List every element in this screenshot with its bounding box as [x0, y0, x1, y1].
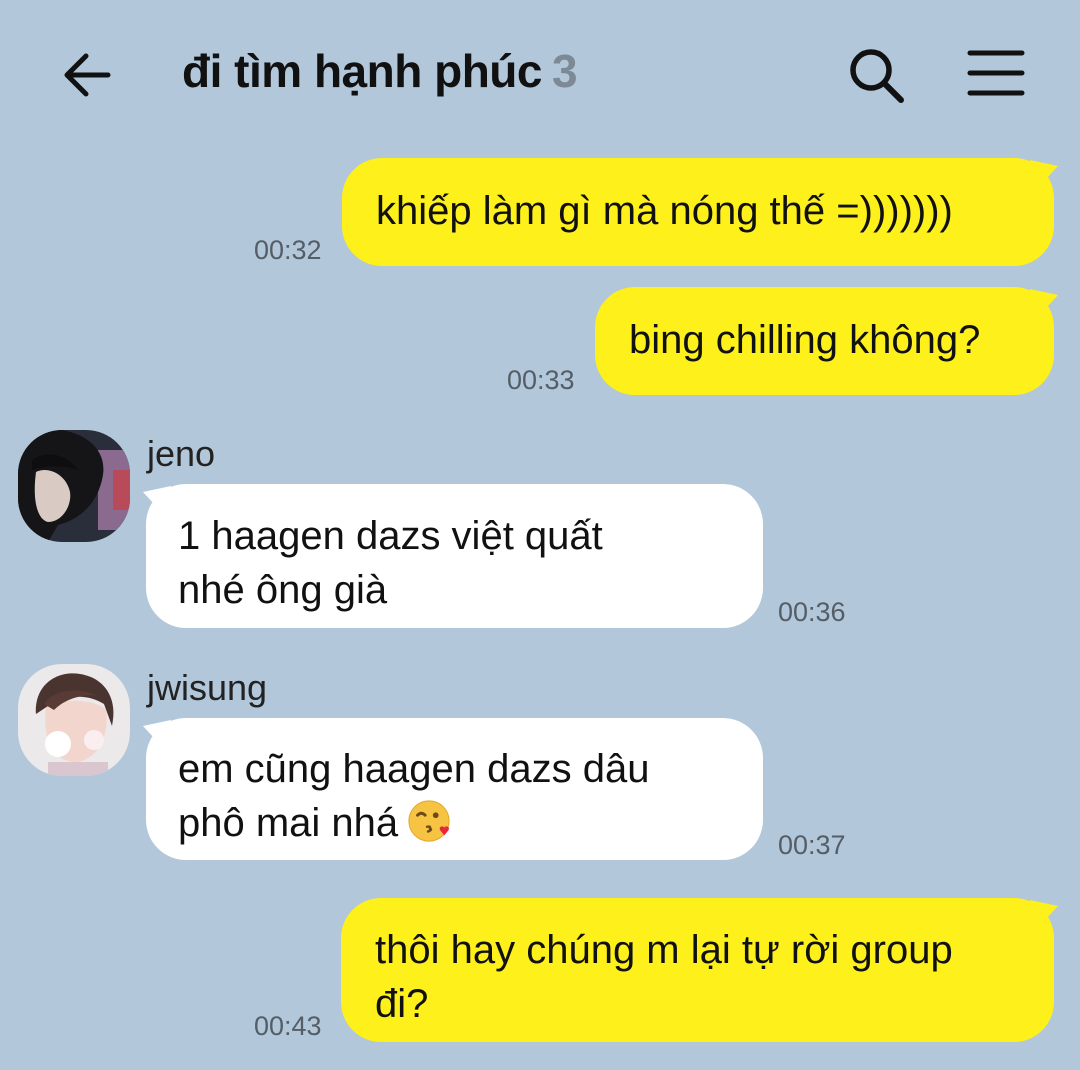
avatar-jeno[interactable]: [18, 430, 130, 542]
incoming-message-bubble[interactable]: 1 haagen dazs việt quất nhé ông già: [146, 484, 763, 628]
avatar-jwisung[interactable]: [18, 664, 130, 776]
menu-button[interactable]: [966, 48, 1026, 100]
kissing-wink-emoji-icon: [408, 800, 450, 842]
incoming-message-bubble[interactable]: em cũng haagen dazs dâu phô mai nhá: [146, 718, 763, 860]
message-time: 00:37: [778, 830, 846, 860]
message-time: 00:32: [254, 235, 322, 265]
message-text: thôi hay chúng m lại tự rời group đi?: [375, 928, 953, 1026]
sender-name: jwisung: [147, 667, 268, 708]
profile-photo: [18, 430, 130, 542]
message-time: 00:33: [507, 365, 575, 395]
message-time: 00:36: [778, 597, 846, 627]
message-text: bing chilling không?: [629, 318, 981, 362]
chat-title: đi tìm hạnh phúc 3: [182, 44, 578, 98]
hamburger-menu-icon: [967, 50, 1025, 96]
search-icon: [850, 49, 904, 103]
member-count: 3: [551, 45, 578, 97]
my-message-bubble[interactable]: bing chilling không?: [595, 287, 1054, 395]
message-text: 1 haagen dazs việt quất nhé ông già: [178, 514, 603, 612]
message-text: khiếp làm gì mà nóng thế =))))))): [376, 189, 953, 233]
my-message-bubble[interactable]: khiếp làm gì mà nóng thế =))))))): [342, 158, 1054, 266]
my-message-bubble[interactable]: thôi hay chúng m lại tự rời group đi?: [341, 898, 1054, 1042]
profile-photo: [18, 664, 130, 776]
message-time: 00:43: [254, 1011, 322, 1041]
chat-name: đi tìm hạnh phúc: [182, 45, 542, 97]
arrow-left-icon: [64, 53, 111, 97]
back-button[interactable]: [58, 46, 118, 106]
sender-name: jeno: [147, 433, 216, 474]
search-button[interactable]: [845, 44, 909, 108]
chat-header: đi tìm hạnh phúc 3: [0, 0, 1080, 150]
